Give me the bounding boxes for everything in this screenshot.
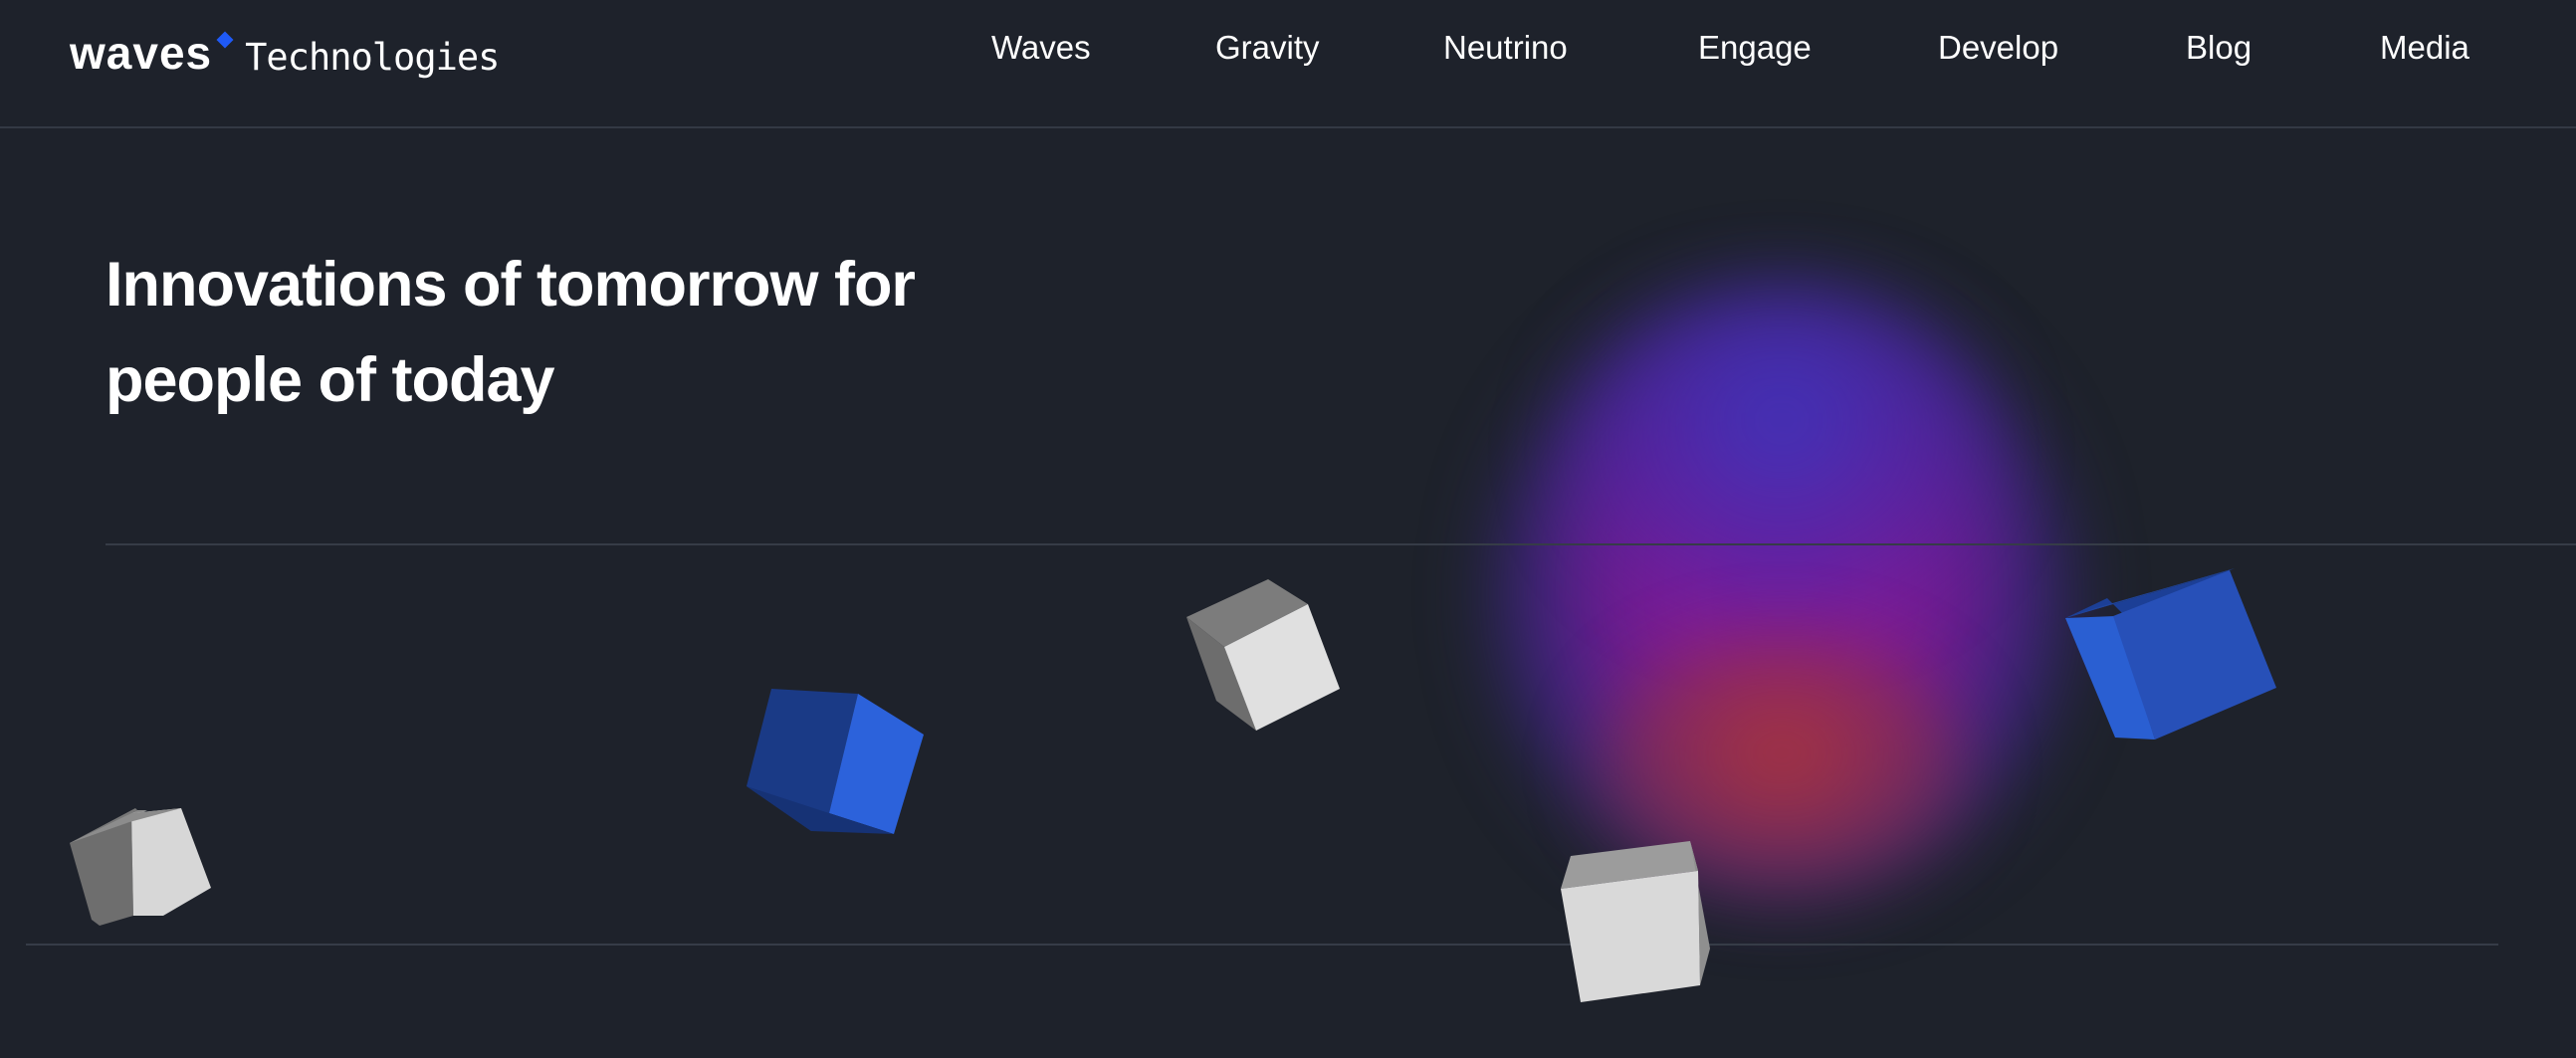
divider-top — [106, 543, 2576, 545]
logo-wordmark: waves — [70, 27, 213, 79]
logo-subtitle: Technologies — [245, 36, 500, 79]
nav-link-waves[interactable]: Waves — [991, 28, 1091, 68]
header: waves Technologies Waves Gravity Neutrin… — [0, 0, 2576, 128]
gray-cube-bottom — [1561, 841, 1710, 1002]
diamond-icon — [216, 31, 234, 49]
logo[interactable]: waves Technologies — [70, 16, 500, 79]
nav-link-develop[interactable]: Develop — [1938, 28, 2058, 68]
gray-cube-center — [1186, 579, 1340, 731]
hero-title-line-2: people of today — [106, 345, 555, 415]
blue-cube-right — [2065, 568, 2276, 740]
gray-cube-small — [70, 808, 211, 928]
nav-link-gravity[interactable]: Gravity — [1215, 28, 1320, 68]
page: waves Technologies Waves Gravity Neutrin… — [0, 0, 2576, 1058]
divider-bottom — [26, 944, 2498, 946]
nav-link-media[interactable]: Media — [2380, 28, 2469, 68]
gradient-orb-top-glow — [1573, 289, 1991, 617]
blue-cube-left — [747, 687, 924, 834]
nav-link-neutrino[interactable]: Neutrino — [1443, 28, 1568, 68]
nav-link-engage[interactable]: Engage — [1698, 28, 1812, 68]
hero-title: Innovations of tomorrow for people of to… — [106, 237, 1041, 428]
nav-link-blog[interactable]: Blog — [2186, 28, 2252, 68]
hero-title-line-1: Innovations of tomorrow for — [106, 250, 916, 319]
